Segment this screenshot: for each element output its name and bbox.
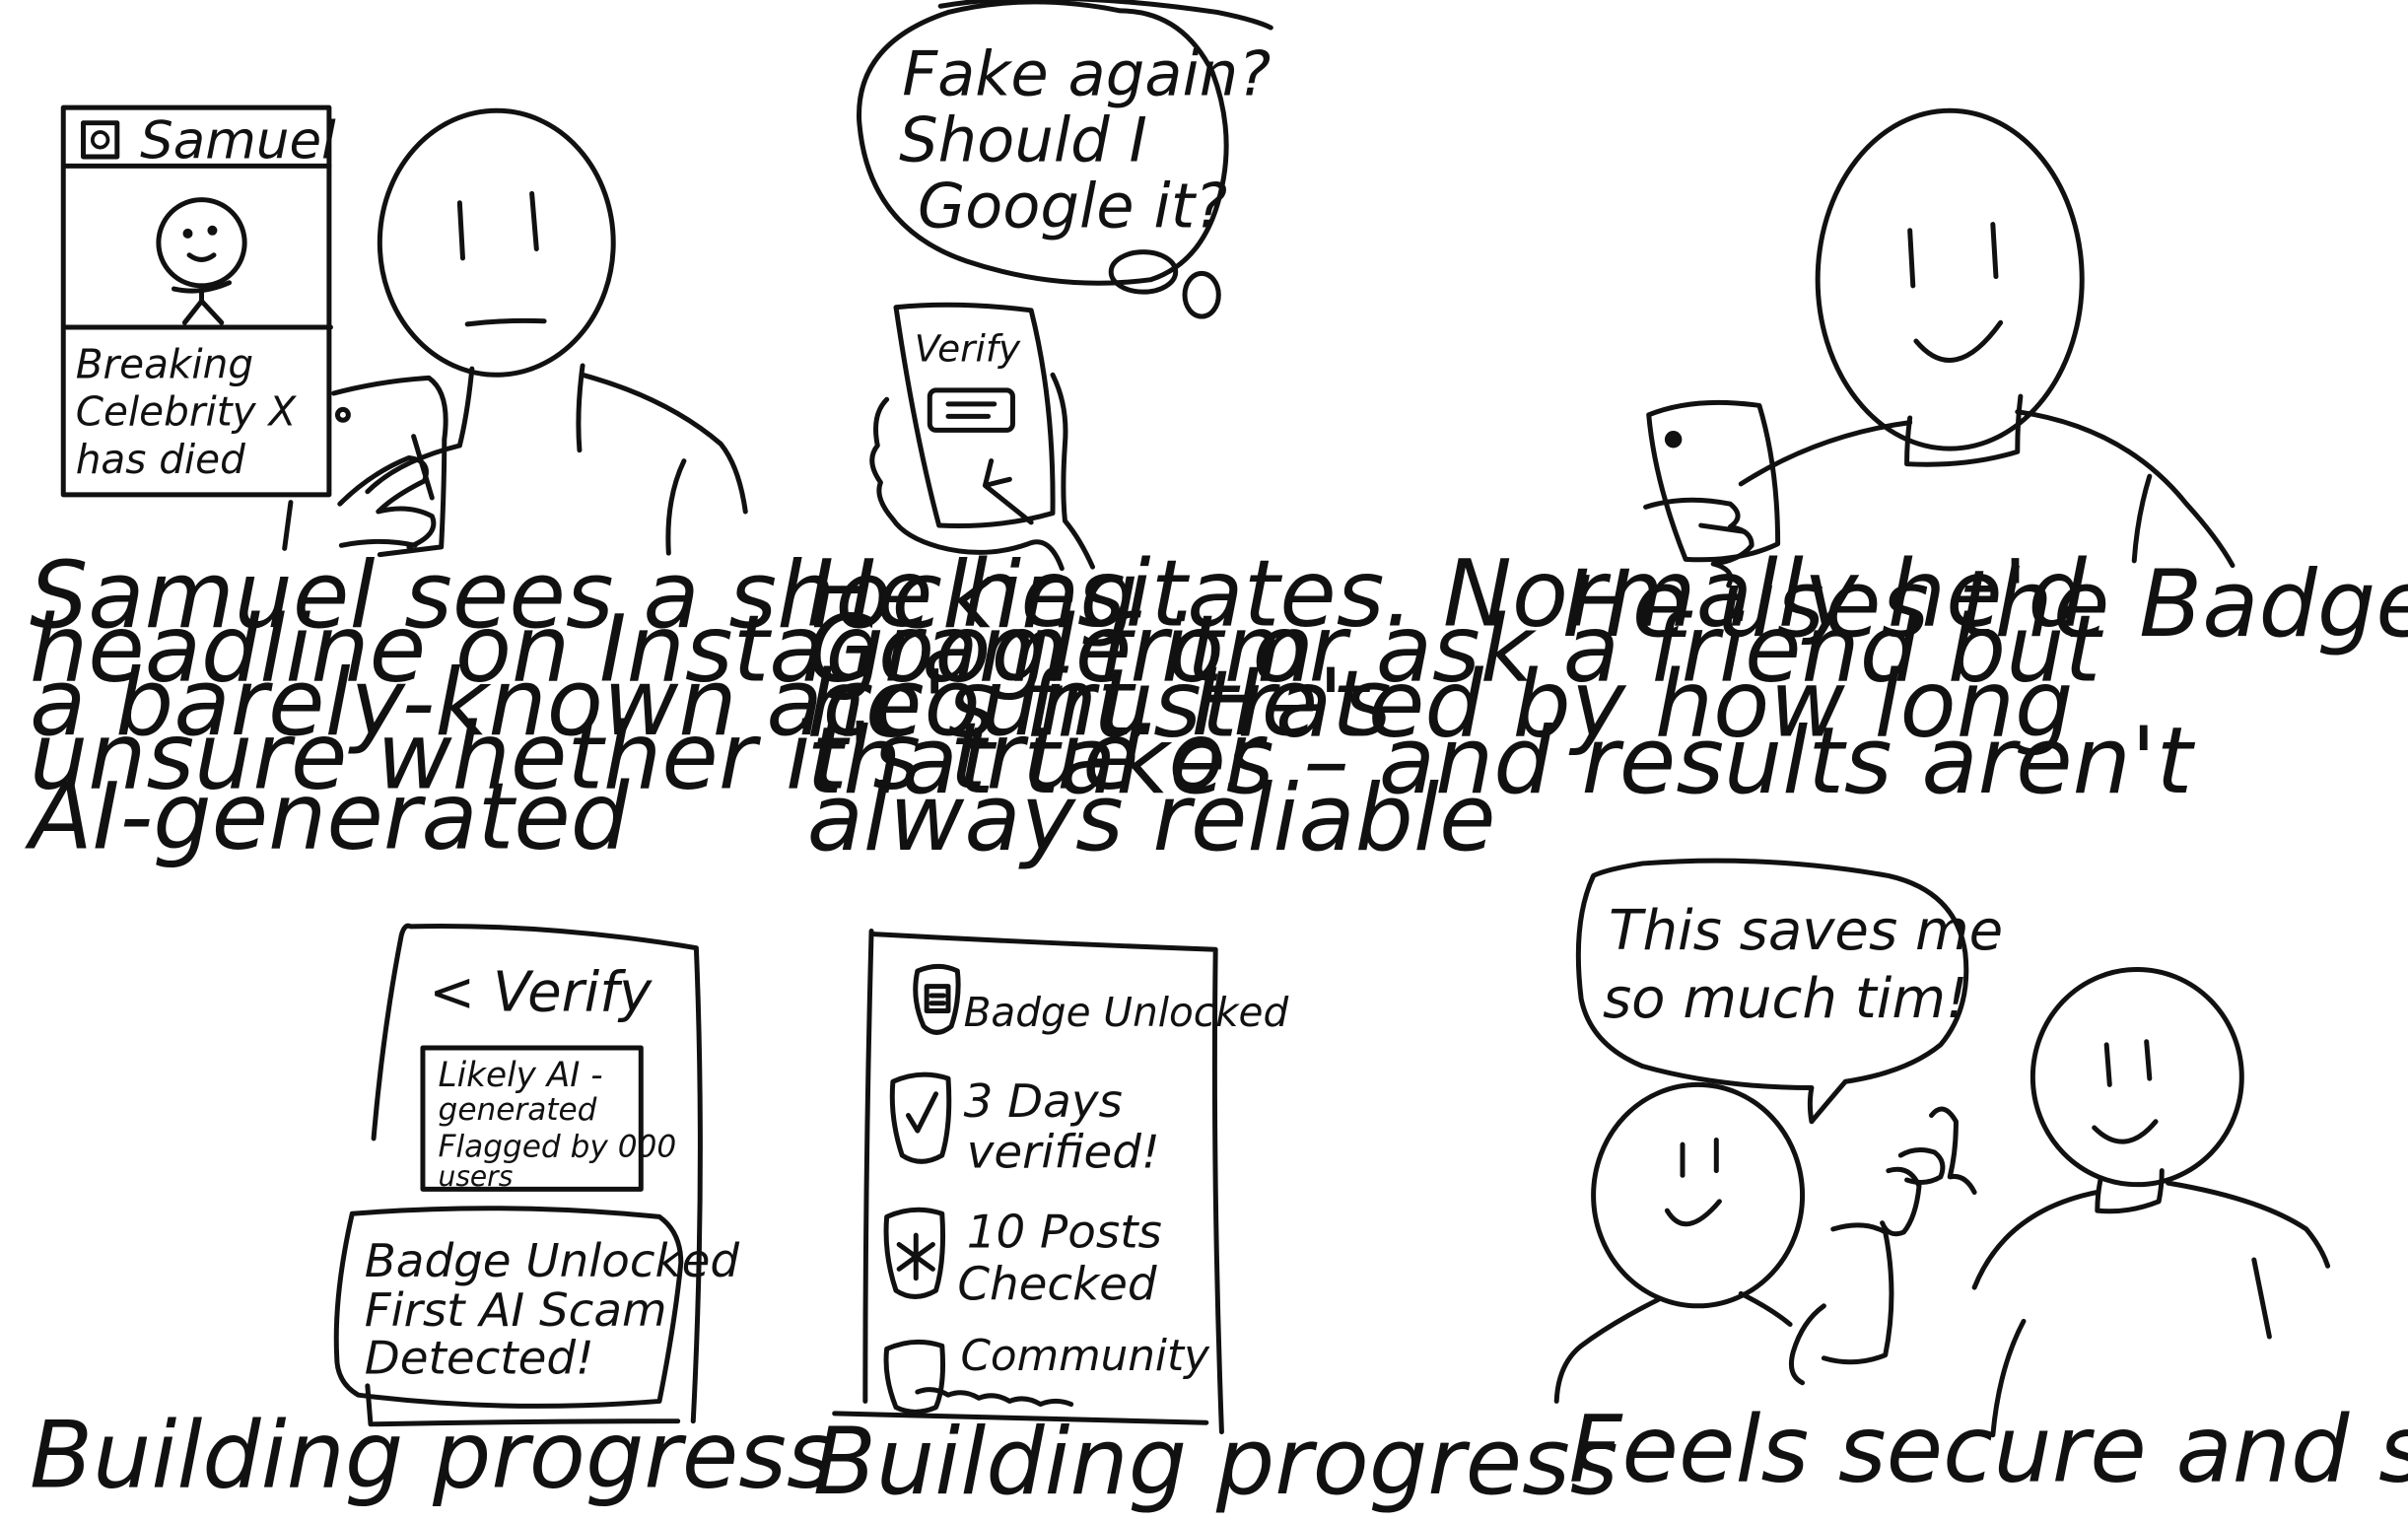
cursor-arrow-icon	[982, 458, 1034, 525]
post-headline-line-1: Breaking	[76, 340, 253, 387]
post-headline-line-2: Celebrity X	[76, 388, 298, 436]
profile-icon	[81, 120, 120, 160]
result-line-4: users	[439, 1160, 514, 1193]
badge-item-2-line-1: 3 Days	[964, 1075, 1123, 1129]
panel-3-caption: He uses the Badge system	[1562, 551, 2408, 658]
thought-bubble: Fake again? Should I Google it?	[857, 0, 1273, 319]
friend-figure	[1971, 966, 2331, 1438]
stick-figure-icon	[156, 197, 247, 325]
verify-phone: Verify	[869, 302, 1095, 572]
verify-screen-title: < Verify	[429, 961, 653, 1025]
badge-line-1: Badge Unlocked	[365, 1235, 740, 1288]
panel-6-caption: Feels secure and shares tool	[1569, 1396, 2408, 1503]
thought-line-2: Should I	[899, 104, 1147, 176]
speech-line-1: This saves me	[1609, 899, 2003, 963]
samuel-figure	[365, 107, 748, 556]
shield-badge-icon	[913, 963, 961, 1035]
phone-verify-label: Verify	[915, 326, 1021, 370]
shield-star-icon	[883, 1207, 946, 1299]
panel-1-caption-line-5: AI-generated	[25, 763, 630, 870]
thought-line-1: Fake again?	[902, 38, 1271, 110]
samuel-smiling-figure	[1738, 107, 2236, 569]
panel-6-caption-line-1: Feels secure and shares tool	[1569, 1396, 2408, 1503]
panel-6: This saves me so much tim! Feels secure …	[1553, 858, 2408, 1503]
panel-4-caption-line-1: Building progress	[30, 1403, 835, 1510]
result-line-1: Likely AI -	[439, 1056, 603, 1095]
verify-app-screen: < Verify Likely AI - generated Flagged b…	[333, 923, 740, 1427]
post-account-name: Samuel	[140, 111, 336, 172]
panel-2-caption-line-5: always reliable	[807, 765, 1496, 872]
shield-check-icon	[889, 1072, 952, 1164]
panel-4-caption: Building progress	[30, 1403, 835, 1510]
panel-5-caption: Building progress	[813, 1409, 1618, 1516]
badge-item-3-line-2: Checked	[957, 1259, 1157, 1312]
badge-line-2: First AI Scam	[365, 1284, 667, 1338]
panel-5-caption-line-1: Building progress	[813, 1409, 1618, 1516]
result-line-2: generated	[439, 1092, 597, 1128]
badge-list-screen: Badge Unlocked 3 Days verified! 10 Posts…	[832, 929, 1289, 1435]
badge-item-2-line-2: verified!	[967, 1127, 1160, 1180]
thought-line-3: Google it?	[918, 171, 1227, 242]
panel-3-caption-line-1: He uses the Badge system	[1562, 551, 2408, 658]
badge-item-3-line-1: 10 Posts	[967, 1207, 1162, 1260]
speech-line-2: so much tim!	[1603, 967, 1968, 1031]
storyboard-canvas: Samuel Breaking Celebrity X has died Sam…	[0, 0, 2408, 1521]
phone-in-hand	[282, 375, 448, 558]
badge-item-4-line-1: Community	[960, 1331, 1210, 1381]
result-line-3: Flagged by 000	[439, 1130, 677, 1165]
verify-button-icon	[927, 387, 1015, 433]
panel-5: Badge Unlocked 3 Days verified! 10 Posts…	[813, 929, 1618, 1516]
speech-bubble: This saves me so much tim!	[1575, 858, 2003, 1125]
storyboard-drawing: Samuel Breaking Celebrity X has died Sam…	[25, 0, 2408, 1516]
instagram-post-card: Samuel Breaking Celebrity X has died	[60, 104, 336, 498]
post-headline-line-3: has died	[76, 436, 245, 483]
badge-item-1-line-1: Badge Unlocked	[964, 989, 1289, 1036]
panel-2: Fake again? Should I Google it? Verify H…	[807, 0, 2196, 872]
samuel-thumbs-up-figure	[1553, 1081, 1977, 1404]
panel-3: He uses the Badge system	[1562, 107, 2408, 658]
panel-4: < Verify Likely AI - generated Flagged b…	[30, 923, 835, 1510]
badge-line-3: Detected!	[365, 1332, 594, 1385]
